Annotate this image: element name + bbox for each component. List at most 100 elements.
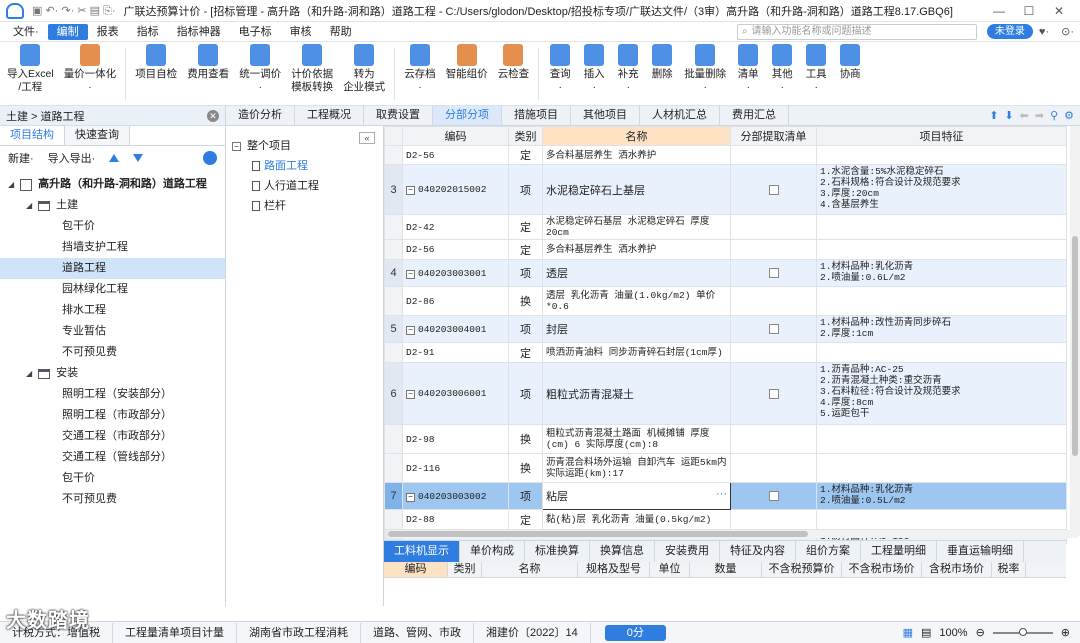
- extract-cell[interactable]: [730, 239, 817, 260]
- tree-item[interactable]: ◢ 土建: [0, 195, 225, 216]
- type-cell[interactable]: 定: [508, 239, 543, 260]
- main-tab-2[interactable]: 取费设置: [364, 106, 433, 125]
- main-tab-1[interactable]: 工程概况: [295, 106, 364, 125]
- code-cell[interactable]: D2-91: [402, 342, 509, 363]
- table-row[interactable]: D2-56 定多合料基层养生 洒水养护: [384, 239, 1067, 260]
- extract-cell[interactable]: [730, 286, 817, 316]
- zoom-in-icon[interactable]: ⊕: [1061, 626, 1070, 639]
- tree-item[interactable]: 专业暂估: [0, 321, 225, 342]
- collapse-arrow-icon[interactable]: ◢: [26, 363, 32, 384]
- bottom-tab-1[interactable]: 单价构成: [460, 541, 525, 562]
- collapse-arrow-icon[interactable]: ◢: [8, 174, 14, 195]
- name-cell[interactable]: 黏(粘)层 乳化沥青 油量(0.5kg/m2): [542, 509, 731, 530]
- feature-cell[interactable]: 1.材料品种:改性沥青同步碎石 2.厚度:1cm: [816, 315, 1067, 343]
- name-cell[interactable]: 粗粒式沥青混凝土路面 机械摊铺 厚度(cm) 6 实际厚度(cm):8: [542, 424, 731, 454]
- feature-cell[interactable]: [816, 424, 1067, 454]
- feature-cell[interactable]: 1.沥青品种:AC-25 2.沥青混凝土种类:重交沥青 3.石料粒径:符合设计及…: [816, 362, 1067, 425]
- collapse-arrow-icon[interactable]: ◢: [26, 195, 32, 216]
- extract-checkbox[interactable]: [768, 324, 779, 334]
- toolbar-button-4[interactable]: 统一调价 ·: [234, 44, 286, 94]
- code-cell[interactable]: D2-98: [402, 424, 509, 454]
- table-row[interactable]: D2-88 定黏(粘)层 乳化沥青 油量(0.5kg/m2): [384, 509, 1067, 530]
- bottom-header-4[interactable]: 单位: [650, 562, 690, 577]
- name-cell[interactable]: 粘层 ···: [542, 482, 731, 510]
- toolbar-button-1[interactable]: 量价一体化 ·: [59, 44, 122, 94]
- grid-header-3[interactable]: 名称: [542, 126, 731, 146]
- section-item[interactable]: 人行道工程: [226, 176, 383, 196]
- move-up-icon[interactable]: [109, 154, 120, 162]
- login-button[interactable]: 未登录: [986, 24, 1033, 39]
- tree-item[interactable]: 包干价: [0, 216, 225, 237]
- bottom-header-2[interactable]: 名称: [482, 562, 578, 577]
- type-cell[interactable]: 换: [508, 453, 543, 483]
- horizontal-scrollbar[interactable]: [388, 530, 1078, 538]
- feature-cell[interactable]: 1.材料品种:乳化沥青 2.喷油量:0.6L/m2: [816, 259, 1067, 287]
- toolbar-button-6[interactable]: 转为 企业模式: [338, 44, 390, 94]
- menu-item-3[interactable]: 指标: [128, 24, 168, 40]
- collapse-panel-icon[interactable]: «: [359, 132, 375, 144]
- maximize-icon[interactable]: ☐: [1014, 4, 1044, 18]
- code-cell[interactable]: −040203004001: [402, 315, 509, 343]
- type-cell[interactable]: 项: [508, 362, 543, 425]
- zoom-out-icon[interactable]: ⊖: [976, 626, 985, 639]
- name-cell[interactable]: 多合料基层养生 洒水养护: [542, 239, 731, 260]
- grid-view-icon[interactable]: ▤: [921, 626, 931, 639]
- left-tab-0[interactable]: 项目结构: [0, 126, 65, 145]
- toolbar-button-18[interactable]: 协商: [833, 44, 867, 81]
- type-cell[interactable]: 换: [508, 424, 543, 454]
- bottom-tab-8[interactable]: 垂直运输明细: [937, 541, 1024, 562]
- menu-item-5[interactable]: 电子标: [230, 24, 281, 40]
- settings-icon[interactable]: [203, 151, 217, 165]
- bottom-header-8[interactable]: 含税市场价: [922, 562, 992, 577]
- toolbar-button-5[interactable]: 计价依据 模板转换: [286, 44, 338, 94]
- quick-access-icons[interactable]: ▣ ↶· ↷· ✂ ▤ ⎘·: [32, 4, 116, 18]
- score-button[interactable]: 0分: [604, 624, 666, 641]
- menu-item-7[interactable]: 帮助: [321, 24, 361, 40]
- section-item[interactable]: 栏杆: [226, 196, 383, 216]
- favorites-menu[interactable]: ♥·: [1039, 26, 1049, 38]
- tree-item[interactable]: 园林绿化工程: [0, 279, 225, 300]
- code-cell[interactable]: −040202015002: [402, 164, 509, 215]
- table-row[interactable]: 3−040202015002 项水泥稳定碎石上基层 1.水泥含量:5%水泥稳定碎石 …: [384, 164, 1067, 215]
- extract-cell[interactable]: [730, 424, 817, 454]
- name-cell[interactable]: 多合料基层养生 洒水养护: [542, 145, 731, 165]
- feature-cell[interactable]: [816, 342, 1067, 363]
- feature-cell[interactable]: [816, 286, 1067, 316]
- collapse-box-icon[interactable]: −: [406, 325, 415, 335]
- main-tab-4[interactable]: 措施项目: [502, 106, 571, 125]
- toolbar-button-10[interactable]: 查询 ·: [543, 44, 577, 94]
- gear-icon[interactable]: ⚙: [1064, 109, 1074, 122]
- table-row[interactable]: D2-116 换沥青混合料场外运输 自卸汽车 运距5km内 实际运距(km):17: [384, 453, 1067, 483]
- toolbar-button-15[interactable]: 清单 ·: [731, 44, 765, 94]
- feature-cell[interactable]: [816, 214, 1067, 240]
- feature-cell[interactable]: 1.水泥含量:5%水泥稳定碎石 2.石料规格:符合设计及规范要求 3.厚度:20…: [816, 164, 1067, 215]
- layout-icon[interactable]: ▦: [903, 626, 913, 639]
- bottom-tab-2[interactable]: 标准换算: [525, 541, 590, 562]
- function-search-input[interactable]: ⌕ 请输入功能名称或问题描述: [736, 23, 977, 40]
- extract-checkbox[interactable]: [768, 184, 779, 195]
- toolbar-button-2[interactable]: 项目自检: [130, 44, 182, 81]
- extract-cell[interactable]: [730, 164, 817, 215]
- bottom-header-0[interactable]: 编码: [384, 562, 448, 577]
- main-tab-5[interactable]: 其他项目: [571, 106, 640, 125]
- tree-item[interactable]: 照明工程（安装部分）: [0, 384, 225, 405]
- toolbar-button-11[interactable]: 插入 ·: [577, 44, 611, 94]
- tree-item-project[interactable]: ◢ 高升路（和升路-洞和路）道路工程: [0, 174, 225, 195]
- code-cell[interactable]: D2-116: [402, 453, 509, 483]
- bottom-tab-6[interactable]: 组价方案: [796, 541, 861, 562]
- table-row[interactable]: 5−040203004001 项封层 1.材料品种:改性沥青同步碎石 2.厚度:1c…: [384, 315, 1067, 343]
- grid-header-0[interactable]: [384, 126, 403, 146]
- extract-cell[interactable]: [730, 315, 817, 343]
- main-tab-0[interactable]: 造价分析: [226, 106, 295, 125]
- bottom-header-9[interactable]: 税率: [992, 562, 1026, 577]
- feature-cell[interactable]: [816, 145, 1067, 165]
- extract-cell[interactable]: [730, 342, 817, 363]
- toolbar-button-9[interactable]: 云检查: [493, 44, 535, 81]
- table-row[interactable]: D2-42 定水泥稳定碎石基层 水泥稳定碎石 厚度20cm: [384, 214, 1067, 240]
- code-cell[interactable]: D2-88: [402, 509, 509, 530]
- feature-cell[interactable]: [816, 509, 1067, 530]
- bottom-tab-3[interactable]: 换算信息: [590, 541, 655, 562]
- more-icon[interactable]: ···: [716, 488, 727, 500]
- feature-cell[interactable]: [816, 239, 1067, 260]
- grid-header-1[interactable]: 编码: [402, 126, 509, 146]
